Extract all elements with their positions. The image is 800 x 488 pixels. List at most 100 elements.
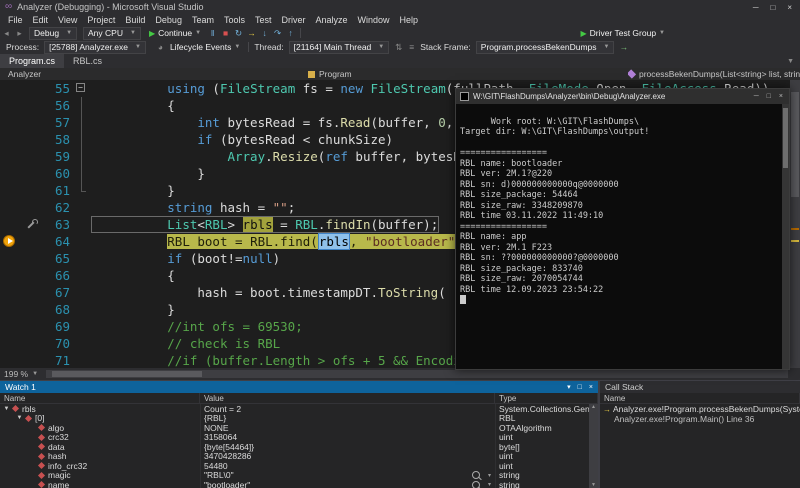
menu-help[interactable]: Help (395, 15, 424, 25)
line-number[interactable]: 66 (0, 267, 72, 284)
menu-file[interactable]: File (3, 15, 28, 25)
console-window[interactable]: W:\GIT\FlashDumps\Analyzer\bin\Debug\Ana… (455, 88, 790, 370)
menu-tools[interactable]: Tools (219, 15, 250, 25)
scrollbar-thumb[interactable] (52, 371, 202, 377)
tab-program-cs[interactable]: Program.cs (0, 54, 64, 68)
stop-debugging-icon[interactable]: ■ (219, 28, 232, 38)
line-number[interactable]: 58 (0, 131, 72, 148)
nav-forward-icon[interactable]: ▸ (13, 28, 26, 39)
breadcrumb-project[interactable]: Analyzer (0, 69, 308, 79)
menu-edit[interactable]: Edit (28, 15, 54, 25)
watch-row[interactable]: name"bootloader"▾string (0, 480, 598, 488)
watch-row[interactable]: crc323158064uint (0, 433, 598, 443)
watch-title-bar[interactable]: Watch 1 ▾ □ × (0, 381, 598, 393)
expander-icon[interactable]: ▼ (15, 415, 24, 421)
watch-row[interactable]: ▼[0]{RBL}RBL (0, 414, 598, 424)
menu-debug[interactable]: Debug (150, 15, 187, 25)
line-number[interactable]: 68 (0, 301, 72, 318)
watch-row[interactable]: algoNONEOTAAlgorithm (0, 423, 598, 433)
step-out-icon[interactable]: ↑ (284, 28, 297, 38)
call-stack-frame[interactable]: →Analyzer.exe!Program.processBekenDumps(… (600, 404, 800, 414)
goto-frame-icon[interactable]: → (617, 42, 630, 52)
continue-button[interactable]: ▶ Continue ▼ (144, 27, 206, 39)
platform-dropdown[interactable]: Any CPU▼ (83, 27, 141, 40)
step-over-icon[interactable]: ↷ (271, 28, 284, 39)
menu-test[interactable]: Test (250, 15, 277, 25)
line-number[interactable]: 59 (0, 148, 72, 165)
menu-project[interactable]: Project (82, 15, 120, 25)
console-title-bar[interactable]: W:\GIT\FlashDumps\Analyzer\bin\Debug\Ana… (456, 89, 789, 104)
stack-frame-dropdown[interactable]: Program.processBekenDumps▼ (476, 41, 615, 54)
watch-scrollbar[interactable]: ▲▼ (589, 404, 598, 488)
editor-vertical-scrollbar[interactable] (790, 80, 800, 368)
line-number[interactable]: 70 (0, 335, 72, 352)
console-close-button[interactable]: × (779, 93, 783, 100)
watch-row[interactable]: hash3470428286uint (0, 452, 598, 462)
magnifier-icon[interactable] (472, 471, 480, 479)
breadcrumb-member[interactable]: processBekenDumps(List<string> list, str… (628, 69, 800, 79)
call-stack-title-bar[interactable]: Call Stack (600, 381, 800, 393)
line-number[interactable]: 65 (0, 250, 72, 267)
column-divider[interactable] (200, 404, 201, 488)
minimize-button[interactable]: ─ (753, 3, 759, 12)
current-statement-arrow-icon[interactable] (3, 235, 15, 247)
call-stack-frame[interactable]: Analyzer.exe!Program.Main() Line 36 (600, 414, 800, 424)
close-panel-icon[interactable]: × (589, 384, 593, 391)
console-minimize-button[interactable]: ─ (754, 93, 759, 100)
window-position-icon[interactable]: ▾ (567, 383, 571, 391)
close-button[interactable]: × (787, 3, 792, 12)
column-divider[interactable] (495, 404, 496, 488)
line-number[interactable]: 61 (0, 182, 72, 199)
tab-rbl-cs[interactable]: RBL.cs (64, 54, 111, 68)
magnifier-icon[interactable] (472, 481, 480, 488)
call-stack-column-name[interactable]: Name (600, 393, 800, 403)
visualizer-caret-icon[interactable]: ▾ (488, 472, 491, 479)
visualizer-caret-icon[interactable]: ▾ (488, 481, 491, 488)
line-number[interactable]: 57 (0, 114, 72, 131)
test-group-dropdown[interactable]: ▶ Driver Test Group ▼ (575, 27, 670, 39)
watch-column-name[interactable]: Name (0, 393, 200, 403)
menu-build[interactable]: Build (120, 15, 150, 25)
watch-column-value[interactable]: Value (200, 393, 495, 403)
nav-backward-icon[interactable]: ◂ (0, 28, 13, 39)
line-number[interactable]: 55 (0, 80, 72, 97)
breadcrumb-type[interactable]: Program (308, 69, 628, 79)
break-all-icon[interactable]: ‖ (206, 28, 219, 38)
menu-analyze[interactable]: Analyze (311, 15, 353, 25)
pin-icon[interactable]: □ (578, 384, 582, 391)
watch-row[interactable]: ▼rblsCount = 2System.Collections.Generic… (0, 404, 598, 414)
flag-threads-icon[interactable]: ⇅ (392, 42, 405, 53)
line-number[interactable]: 67 (0, 284, 72, 301)
show-next-statement-icon[interactable]: → (245, 28, 258, 38)
solution-config-dropdown[interactable]: Debug▼ (29, 27, 77, 40)
menu-driver[interactable]: Driver (277, 15, 311, 25)
process-dropdown[interactable]: [25788] Analyzer.exe▼ (44, 41, 146, 54)
scrollbar-thumb[interactable] (791, 92, 799, 197)
line-number[interactable]: 71 (0, 352, 72, 368)
line-number[interactable]: 62 (0, 199, 72, 216)
line-number[interactable]: 60 (0, 165, 72, 182)
line-number[interactable]: 69 (0, 318, 72, 335)
editor-horizontal-scrollbar[interactable] (46, 370, 788, 378)
menu-view[interactable]: View (53, 15, 82, 25)
menu-team[interactable]: Team (187, 15, 219, 25)
watch-row[interactable]: info_crc3254480uint (0, 461, 598, 471)
menu-window[interactable]: Window (353, 15, 395, 25)
lifecycle-events-button[interactable]: ◕ Lifecycle Events ▼ (149, 41, 245, 53)
watch-row[interactable]: data{byte[54464]}byte[] (0, 442, 598, 452)
console-scrollbar[interactable] (782, 104, 789, 369)
line-number[interactable]: 56 (0, 97, 72, 114)
restart-icon[interactable]: ↻ (232, 28, 245, 39)
threads-list-icon[interactable]: ≡ (405, 42, 418, 52)
tab-overflow-icon[interactable]: ▼ (787, 54, 800, 68)
console-maximize-button[interactable]: □ (767, 93, 771, 100)
maximize-button[interactable]: □ (770, 3, 775, 12)
watch-row[interactable]: magic"RBL\0"▾string (0, 471, 598, 481)
collapse-icon[interactable] (72, 80, 92, 97)
zoom-dropdown[interactable]: 199 % ▼ (0, 369, 42, 379)
thread-dropdown[interactable]: [21164] Main Thread▼ (289, 41, 390, 54)
step-into-icon[interactable]: ↓ (258, 28, 271, 38)
watch-value-cell: 3470428286 (200, 451, 495, 461)
expander-icon[interactable]: ▼ (2, 406, 11, 412)
watch-column-type[interactable]: Type (495, 393, 598, 403)
